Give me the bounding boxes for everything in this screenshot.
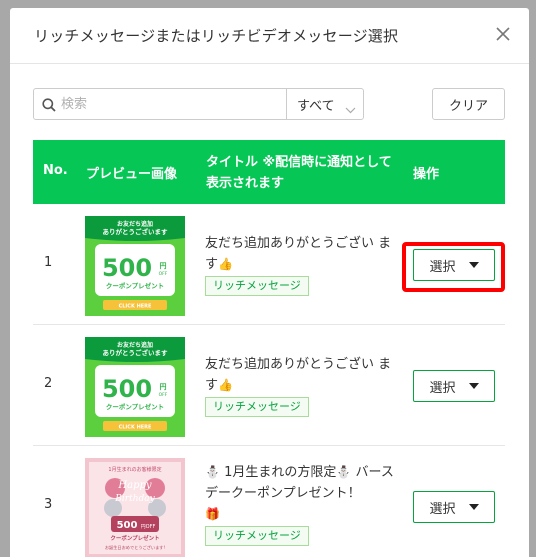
svg-text:お誕生日おめでとうございます!: お誕生日おめでとうございます! <box>105 544 166 551</box>
table-header: No. プレビュー画像 タイトル ※配信時に通知として表示されます 操作 <box>33 140 505 204</box>
select-button-label: 選択 <box>429 259 456 275</box>
snowman-icon: ⛄ <box>205 465 220 479</box>
rich-message-select-modal: リッチメッセージまたはリッチビデオメッセージ選択 すべて クリア No. プレビ… <box>10 8 529 557</box>
filter-select[interactable]: すべて <box>286 89 363 119</box>
select-button[interactable]: 選択 <box>413 370 495 402</box>
preview-image: お友だち追加 ありがとうございます 500 円 OFF クーポンプレゼント CL… <box>85 216 185 316</box>
type-tag: リッチメッセージ <box>205 526 309 546</box>
title-text: 1月生まれの方限定 <box>224 465 337 480</box>
filter-label: すべて <box>297 99 335 114</box>
svg-text:Happy: Happy <box>117 480 151 491</box>
caret-down-icon <box>468 504 479 510</box>
row-number: 1 <box>44 255 53 270</box>
svg-text:1月生まれのお客様限定: 1月生まれのお客様限定 <box>108 466 161 473</box>
type-tag: リッチメッセージ <box>205 276 309 296</box>
thumbs-up-icon: 👍 <box>218 378 233 392</box>
svg-text:円: 円 <box>160 262 167 270</box>
snowman-icon: ⛄ <box>336 465 352 479</box>
select-button-label: 選択 <box>429 501 456 517</box>
table-row: 2 お友だち追加 ありがとうございます 500 円 OFF クーポンプレゼント … <box>33 325 505 446</box>
modal-title: リッチメッセージまたはリッチビデオメッセージ選択 <box>34 27 399 45</box>
select-button[interactable]: 選択 <box>413 249 495 281</box>
svg-text:ありがとうございます: ありがとうございます <box>103 227 169 236</box>
select-button[interactable]: 選択 <box>413 491 495 523</box>
close-icon[interactable] <box>495 26 511 42</box>
search-icon <box>42 97 56 112</box>
svg-text:円OFF: 円OFF <box>141 524 156 530</box>
type-tag: リッチメッセージ <box>205 397 309 417</box>
gift-icon: 🎁 <box>205 507 220 521</box>
svg-text:500: 500 <box>102 375 152 403</box>
header-preview: プレビュー画像 <box>86 167 178 182</box>
svg-text:CLICK HERE: CLICK HERE <box>119 425 152 431</box>
message-title: 友だち追加ありがとうござい ます👍 リッチメッセージ <box>205 233 403 296</box>
preview-image: お友だち追加 ありがとうございます 500 円 OFF クーポンプレゼント CL… <box>85 337 185 437</box>
row-number: 2 <box>44 376 53 391</box>
search-box: すべて <box>33 88 364 120</box>
row-number: 3 <box>44 497 53 512</box>
svg-text:Birthday: Birthday <box>114 494 155 504</box>
table-row: 3 1月生まれのお客様限定 Happy Birthday 500 円OFF クー… <box>33 446 505 557</box>
caret-down-icon <box>468 383 479 389</box>
svg-text:クーポンプレゼント: クーポンプレゼント <box>106 281 164 290</box>
svg-text:500: 500 <box>117 520 138 531</box>
modal-header: リッチメッセージまたはリッチビデオメッセージ選択 <box>10 8 529 64</box>
svg-text:OFF: OFF <box>159 392 168 398</box>
header-title: タイトル ※配信時に通知として表示されます <box>206 155 392 191</box>
svg-text:お友だち追加: お友だち追加 <box>117 341 153 349</box>
clear-button[interactable]: クリア <box>432 88 505 120</box>
svg-text:クーポンプレゼント: クーポンプレゼント <box>110 534 159 542</box>
svg-text:円: 円 <box>160 383 167 391</box>
message-table: No. プレビュー画像 タイトル ※配信時に通知として表示されます 操作 1 お… <box>33 140 505 557</box>
svg-text:500: 500 <box>102 254 152 282</box>
search-input[interactable] <box>61 90 279 118</box>
svg-text:クーポンプレゼント: クーポンプレゼント <box>106 402 164 411</box>
header-action: 操作 <box>413 167 440 182</box>
svg-text:ありがとうございます: ありがとうございます <box>103 348 169 357</box>
message-title: 友だち追加ありがとうござい ます👍 リッチメッセージ <box>205 354 403 417</box>
svg-text:OFF: OFF <box>159 271 168 277</box>
caret-down-icon <box>468 262 479 268</box>
table-row: 1 お友だち追加 ありがとうございます 500 円 OFF クーポンプレゼント … <box>33 204 505 325</box>
header-no: No. <box>43 163 68 178</box>
message-title: ⛄ 1月生まれの方限定⛄ バースデークーポンプレゼント！ 🎁 リッチメッセージ <box>205 462 403 546</box>
svg-text:CLICK HERE: CLICK HERE <box>119 304 152 310</box>
preview-image: 1月生まれのお客様限定 Happy Birthday 500 円OFF クーポン… <box>85 458 185 557</box>
chevron-down-icon <box>345 99 356 118</box>
svg-text:お友だち追加: お友だち追加 <box>117 220 153 228</box>
thumbs-up-icon: 👍 <box>218 257 233 271</box>
select-button-label: 選択 <box>429 380 456 396</box>
